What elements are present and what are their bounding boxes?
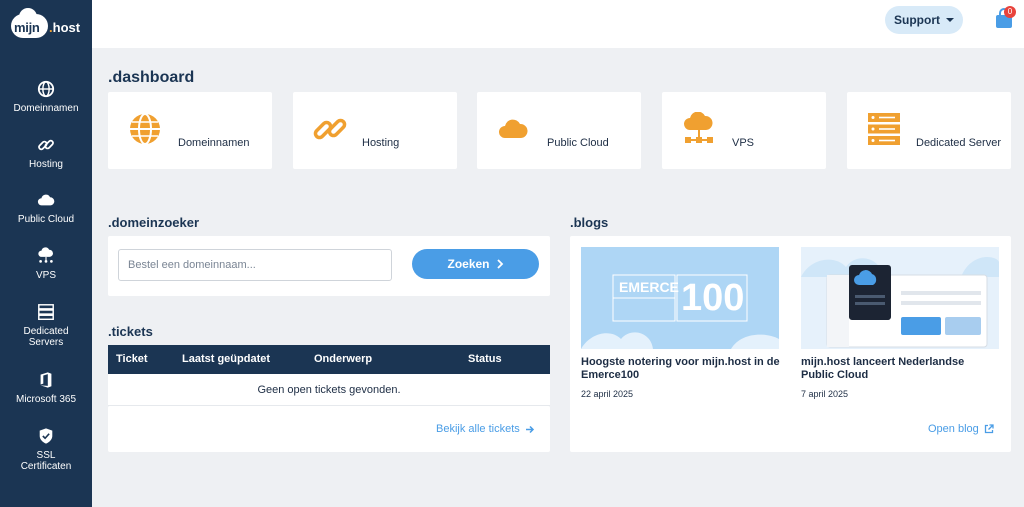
view-all-tickets-label: Bekijk alle tickets [436,423,520,435]
domeinzoeker-title: .domeinzoeker [108,215,200,230]
support-label: Support [894,13,940,27]
dashboard-card-label: Public Cloud [547,137,609,149]
sidebar-item-vps[interactable]: VPS [0,247,92,281]
sidebar-item-hosting[interactable]: Hosting [0,136,92,170]
tickets-table-header: Ticket Laatst geüpdatet Onderwerp Status [108,345,550,374]
cloud-icon [499,119,528,138]
cloud-icon [37,194,55,206]
dashboard-card-domeinnamen[interactable]: Domeinnamen [108,92,272,169]
cloud-network-icon [684,112,713,143]
brand-logo[interactable]: mijn .host [11,8,83,42]
column-header: Ticket [116,353,148,365]
server-icon [868,113,900,145]
tickets-empty-message: Geen open tickets gevonden. [108,374,550,406]
sidebar-item-public-cloud[interactable]: Public Cloud [0,191,92,225]
open-blog-link[interactable]: Open blog [928,423,994,435]
globe-icon [130,113,160,145]
office-icon [40,372,52,388]
sidebar-item-label: Public Cloud [17,214,75,225]
domain-search-input[interactable]: Bestel een domeinnaam... [118,249,392,281]
sidebar-item-microsoft-365[interactable]: Microsoft 365 [0,371,92,405]
dashboard-card-label: VPS [732,137,755,149]
link-icon [38,139,54,151]
cart-count-badge: 0 [1004,6,1016,18]
tickets-title: .tickets [108,324,153,339]
public-cloud-screenshot-image [801,247,999,349]
external-link-icon [984,424,994,434]
shield-check-icon [39,428,53,444]
emerce-100-text: 100 [681,277,745,319]
cloud-network-icon [38,247,53,263]
blog-date-emerce: 22 april 2025 [581,389,634,399]
dashboard-card-label: Dedicated Server [916,137,1001,149]
globe-icon [37,80,55,98]
arrow-right-icon [525,425,534,433]
open-blog-label: Open blog [928,423,979,435]
blog-date-public-cloud: 7 april 2025 [801,389,849,399]
sidebar-item-label: Domeinnamen [13,103,79,114]
logo-mijn: mijn [14,20,40,35]
dashboard-card-label: Domeinnamen [178,137,250,149]
dashboard-card-public-cloud[interactable]: Public Cloud [477,92,641,169]
emerce-banner-image [581,247,779,349]
blog-title-emerce[interactable]: Hoogste notering voor mijn.host in de Em… [581,356,781,382]
link-icon [313,118,347,140]
support-button[interactable]: Support [885,6,963,34]
zoeken-label: Zoeken [447,257,490,271]
emerce-text: EMERCE [619,279,679,295]
blogs-title: .blogs [570,215,609,230]
blog-image-emerce[interactable]: EMERCE 100 [581,247,779,349]
sidebar-item-ssl[interactable]: SSL Certificaten [0,427,92,472]
dashboard-title: .dashboard [108,69,195,86]
column-header: Onderwerp [314,353,373,365]
sidebar-item-domeinnamen[interactable]: Domeinnamen [0,80,92,114]
sidebar-item-label: Dedicated Servers [23,326,69,348]
dashboard-card-vps[interactable]: VPS [662,92,826,169]
sidebar: mijn .host Domeinnamen Hosting Public Cl… [0,0,92,507]
server-icon [38,304,54,321]
sidebar-item-label: Microsoft 365 [15,394,77,405]
sidebar-item-label: Hosting [29,159,63,170]
chevron-right-icon [496,259,503,269]
sidebar-item-label: VPS [35,270,56,281]
sidebar-item-label: SSL Certificaten [20,450,72,472]
dashboard-card-dedicated-server[interactable]: Dedicated Server [847,92,1011,169]
sidebar-item-dedicated-servers[interactable]: Dedicated Servers [0,303,92,348]
dashboard-card-label: Hosting [362,137,400,149]
view-all-tickets-link[interactable]: Bekijk alle tickets [436,423,535,435]
blog-title-public-cloud[interactable]: mijn.host lanceert Nederlandse Public Cl… [801,356,999,382]
logo-host: .host [49,20,81,35]
column-header: Status [468,353,502,365]
top-bar [92,0,1024,48]
caret-down-icon [946,18,954,22]
column-header: Laatst geüpdatet [182,353,271,365]
dashboard-card-hosting[interactable]: Hosting [293,92,457,169]
zoeken-button[interactable]: Zoeken [412,249,539,279]
blog-image-public-cloud[interactable] [801,247,999,349]
